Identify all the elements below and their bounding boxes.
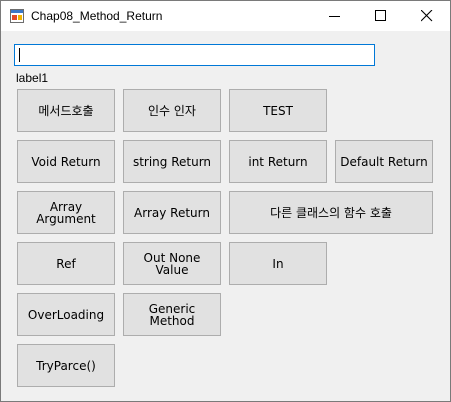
maximize-button[interactable]: [358, 1, 404, 31]
array-return-button[interactable]: Array Return: [123, 191, 221, 234]
array-argument-button[interactable]: Array Argument: [17, 191, 115, 234]
in-button[interactable]: In: [229, 242, 327, 285]
ref-button[interactable]: Ref: [17, 242, 115, 285]
text-input-box[interactable]: [14, 44, 375, 66]
app-form-icon: [10, 9, 24, 23]
arg-param-button[interactable]: 인수 인자: [123, 89, 221, 132]
title-bar[interactable]: Chap08_Method_Return: [1, 1, 450, 31]
close-icon: [421, 10, 433, 22]
text-caret: [19, 48, 20, 62]
int-return-button[interactable]: int Return: [229, 140, 327, 183]
window-title: Chap08_Method_Return: [31, 9, 163, 23]
maximize-icon: [375, 10, 386, 21]
other-class-call-button[interactable]: 다른 클래스의 함수 호출: [229, 191, 433, 234]
void-return-button[interactable]: Void Return: [17, 140, 115, 183]
default-return-button[interactable]: Default Return: [335, 140, 433, 183]
overloading-button[interactable]: OverLoading: [17, 293, 115, 336]
close-button[interactable]: [404, 1, 450, 31]
string-return-button[interactable]: string Return: [123, 140, 221, 183]
method-call-button[interactable]: 메서드호출: [17, 89, 115, 132]
text-input[interactable]: [15, 45, 374, 65]
test-button[interactable]: TEST: [229, 89, 327, 132]
generic-method-button[interactable]: Generic Method: [123, 293, 221, 336]
minimize-icon: [329, 16, 340, 17]
out-none-value-button[interactable]: Out None Value: [123, 242, 221, 285]
tryparce-button[interactable]: TryParce(): [17, 344, 115, 387]
label1: label1: [16, 71, 49, 85]
minimize-button[interactable]: [312, 1, 358, 31]
app-window: Chap08_Method_Return label1 메서드호출 인수 인자 …: [0, 0, 451, 402]
